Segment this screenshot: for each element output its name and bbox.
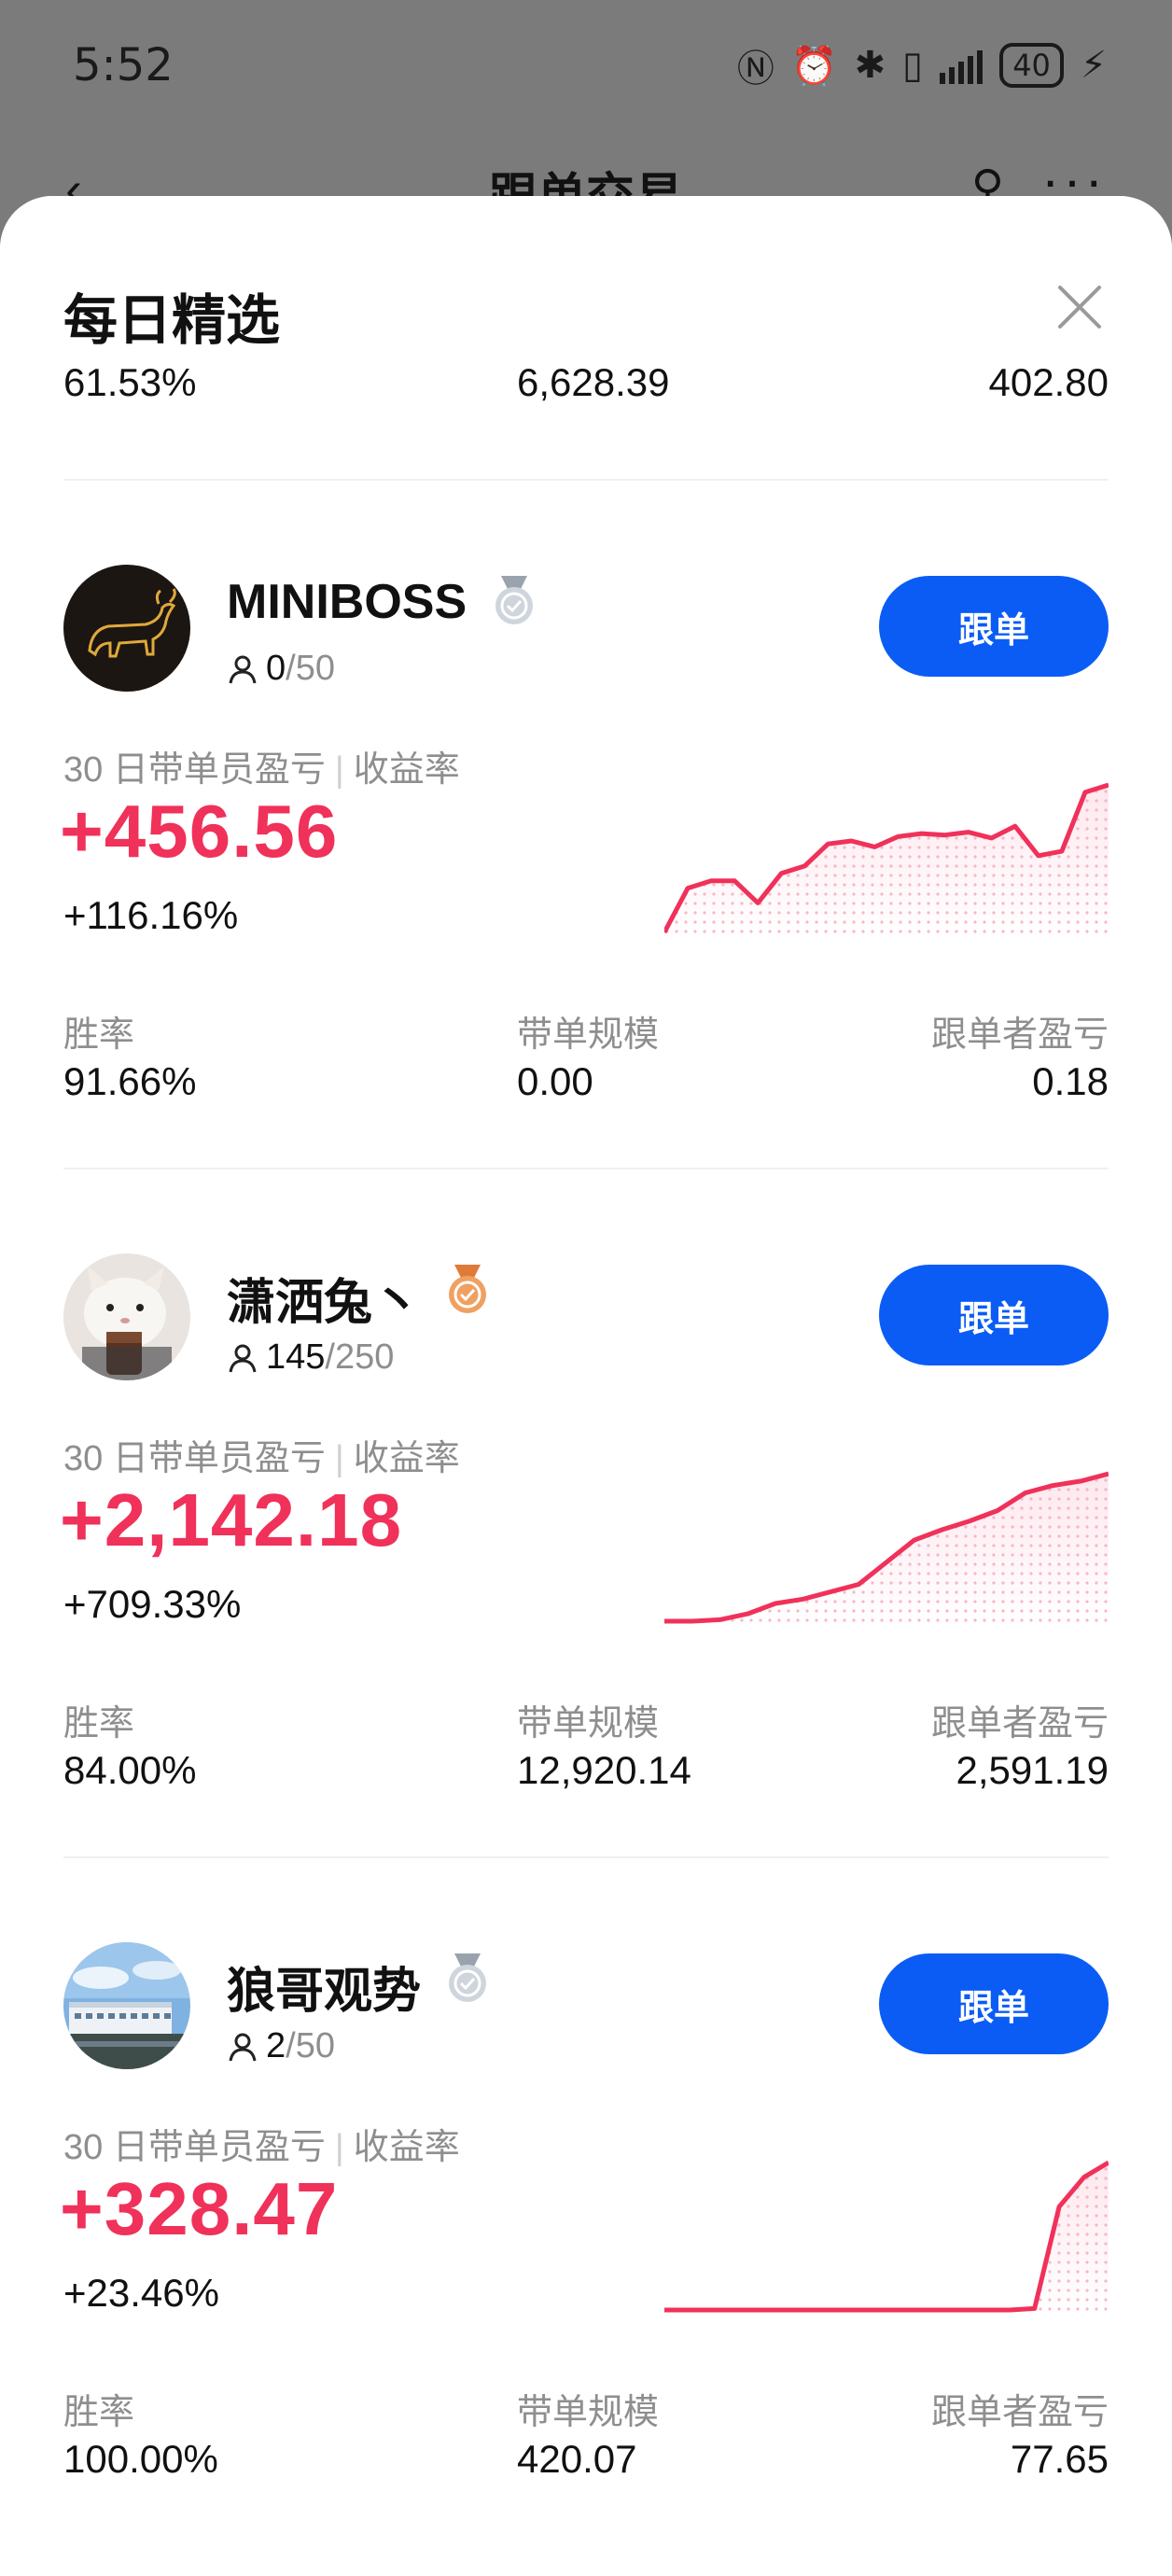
win-rate-label: 胜率 xyxy=(63,1704,135,1743)
roi-label: 收益率 xyxy=(353,2128,460,2167)
status-bar: 5:52 Ⓝ ⏰ ✱ ▯ 40 ⚡ xyxy=(0,0,1172,140)
sheet-header: 每日精选 xyxy=(0,196,1172,359)
battery-indicator: 40 xyxy=(999,43,1064,88)
pnl-value: +2,142.18 xyxy=(60,1478,403,1561)
win-rate-label: 胜率 xyxy=(63,2393,135,2432)
daily-picks-sheet: 每日精选 胜率 61.53% 带单规模 6,628.39 跟单者盈亏 402.8… xyxy=(0,196,1172,2576)
sparkline-line xyxy=(664,2160,1110,2313)
follower-pnl-value: 2,591.19 xyxy=(956,1748,1109,1792)
medal-icon xyxy=(443,1263,492,1315)
roi-label: 收益率 xyxy=(353,750,460,790)
pnl-label: 30 日带单员盈亏 xyxy=(63,750,326,790)
prev-scale: 6,628.39 xyxy=(517,360,670,404)
alarm-icon: ⏰ xyxy=(790,44,838,88)
follow-button[interactable]: 跟单 xyxy=(879,1265,1109,1365)
follow-button[interactable]: 跟单 xyxy=(879,1953,1109,2054)
close-icon[interactable] xyxy=(1054,282,1105,332)
avatar[interactable] xyxy=(63,565,190,692)
card-divider xyxy=(63,1856,1109,1858)
medal-icon xyxy=(490,574,538,626)
trader-name[interactable]: 狼哥观势 xyxy=(227,1952,421,2022)
follower-pnl-label: 跟单者盈亏 xyxy=(930,2393,1109,2432)
pnl-chart xyxy=(664,1468,1109,1627)
pnl-chart xyxy=(664,2157,1110,2316)
pnl-value: +328.47 xyxy=(60,2167,339,2250)
label-separator: | xyxy=(334,750,344,790)
pnl-value: +456.56 xyxy=(60,790,339,873)
charging-icon: ⚡ xyxy=(1080,44,1107,87)
trader-name[interactable]: 潇洒兔丶 xyxy=(227,1263,421,1333)
vibrate-icon: ▯ xyxy=(902,44,924,87)
roi-value: +709.33% xyxy=(63,1582,242,1626)
scale-value: 420.07 xyxy=(517,2437,637,2481)
status-time: 5:52 xyxy=(73,39,174,91)
metric-label: 30 日带单员盈亏 | 收益率 xyxy=(63,1429,460,1480)
follow-button[interactable]: 跟单 xyxy=(879,576,1109,677)
user-icon xyxy=(229,2033,257,2061)
medal-icon xyxy=(443,1952,492,2004)
signal-icon xyxy=(940,47,984,84)
trader-name[interactable]: MINIBOSS xyxy=(227,574,467,630)
scale-value: 0.00 xyxy=(517,1059,593,1103)
follower-pnl-label: 跟单者盈亏 xyxy=(930,1015,1109,1055)
pnl-sparkline xyxy=(664,1471,1109,1627)
win-rate-label: 胜率 xyxy=(63,1015,135,1055)
follower-pnl-value: 77.65 xyxy=(1010,2437,1109,2481)
followers-capacity: /250 xyxy=(325,1337,395,1377)
followers-current: 2 xyxy=(266,2026,286,2065)
sheet-title: 每日精选 xyxy=(63,290,281,351)
win-rate-value: 100.00% xyxy=(63,2437,218,2481)
metric-label: 30 日带单员盈亏 | 收益率 xyxy=(63,740,460,791)
follower-pnl-label: 跟单者盈亏 xyxy=(930,1704,1109,1743)
scale-value: 12,920.14 xyxy=(517,1748,691,1792)
avatar[interactable] xyxy=(63,1942,190,2069)
followers-current: 145 xyxy=(266,1337,326,1377)
followers-current: 0 xyxy=(266,649,286,688)
card-divider xyxy=(63,1168,1109,1169)
followers-capacity: /50 xyxy=(286,649,335,688)
roi-value: +23.46% xyxy=(63,2271,219,2315)
prev-follower-pnl: 402.80 xyxy=(988,360,1109,404)
label-separator: | xyxy=(334,1439,344,1478)
pnl-chart xyxy=(662,779,1109,938)
pnl-label: 30 日带单员盈亏 xyxy=(63,1439,326,1478)
follower-pnl-value: 0.18 xyxy=(1032,1059,1109,1103)
avatar[interactable] xyxy=(63,1253,190,1380)
status-icons: Ⓝ ⏰ ✱ ▯ 40 ⚡ xyxy=(737,37,1107,93)
roi-value: +116.16% xyxy=(63,893,239,937)
trader-card[interactable]: MINIBOSS 0/50 跟单 30 日带单员盈亏 | 收益率 +456.56 +116.1… xyxy=(0,499,1172,1153)
win-rate-value: 84.00% xyxy=(63,1748,197,1792)
user-icon xyxy=(229,1344,257,1372)
label-separator: | xyxy=(334,2128,344,2167)
follower-count: 2/50 xyxy=(227,2026,335,2066)
follower-count: 145/250 xyxy=(227,1337,394,1378)
user-icon xyxy=(229,655,257,683)
scale-label: 带单规模 xyxy=(517,1015,660,1055)
pnl-sparkline xyxy=(664,2160,1110,2316)
follower-count: 0/50 xyxy=(227,649,335,689)
pnl-sparkline xyxy=(662,782,1109,938)
trader-card[interactable]: 潇洒兔丶 145/250 跟单 30 日带单员盈亏 | 收益率 +2,142.18 +709.… xyxy=(0,1188,1172,1841)
nfc-icon: Ⓝ xyxy=(736,48,774,91)
trader-card[interactable]: 狼哥观势 2/50 跟单 30 日带单员盈亏 | 收益率 +328.47 +23.46% 胜率 1… xyxy=(0,1877,1172,2530)
pnl-label: 30 日带单员盈亏 xyxy=(63,2128,326,2167)
followers-capacity: /50 xyxy=(286,2026,335,2065)
roi-label: 收益率 xyxy=(353,1439,460,1478)
scale-label: 带单规模 xyxy=(517,2393,660,2432)
metric-label: 30 日带单员盈亏 | 收益率 xyxy=(63,2118,460,2169)
bluetooth-icon: ✱ xyxy=(854,44,886,87)
prev-win-rate: 61.53% xyxy=(63,360,197,404)
win-rate-value: 91.66% xyxy=(63,1059,197,1103)
card-divider xyxy=(63,479,1109,481)
scale-label: 带单规模 xyxy=(517,1704,660,1743)
